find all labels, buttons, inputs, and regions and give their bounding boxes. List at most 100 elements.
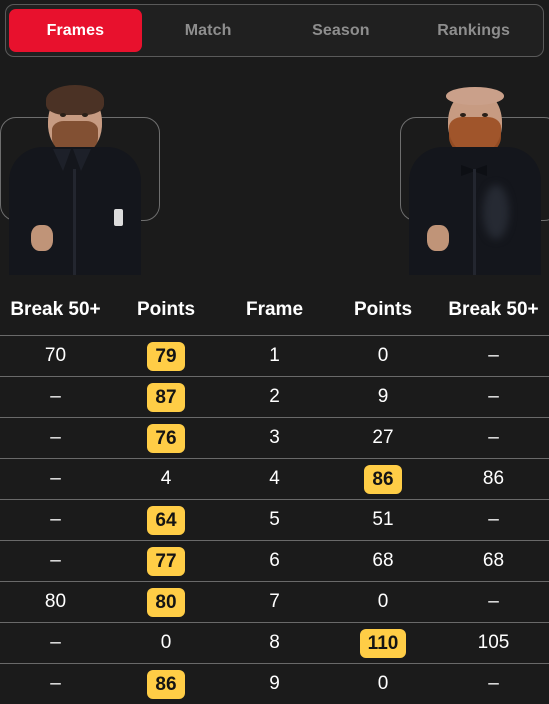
cell-value: 3 xyxy=(269,428,280,447)
cell-right-break: 105 xyxy=(438,623,549,664)
cell-right-break: – xyxy=(438,336,549,377)
table-row[interactable]: – 0 8 110 105 xyxy=(0,623,549,664)
shirt-placket-shape xyxy=(473,169,476,275)
cell-value: – xyxy=(50,387,61,406)
cell-value: – xyxy=(488,346,499,365)
frames-table-head: Break 50+PointsFramePointsBreak 50+ xyxy=(0,293,549,336)
cell-frame-number: 5 xyxy=(221,500,328,541)
cell-right-points: 0 xyxy=(328,664,438,704)
cell-value: 0 xyxy=(161,633,172,652)
hand-shape xyxy=(31,225,53,251)
frame-winner-badge: 79 xyxy=(147,342,185,371)
collar-left-shape xyxy=(53,149,71,171)
cell-frame-number: 1 xyxy=(221,336,328,377)
cell-value: – xyxy=(488,387,499,406)
cell-left-points: 76 xyxy=(111,418,221,459)
table-row[interactable]: – 86 9 0 – xyxy=(0,664,549,704)
cell-value: 8 xyxy=(269,633,280,652)
cell-left-break: – xyxy=(0,664,111,704)
player-left-photo xyxy=(0,75,162,275)
frame-winner-badge: 86 xyxy=(364,465,402,494)
table-row[interactable]: – 44 86 86 xyxy=(0,459,549,500)
cell-left-points: 77 xyxy=(111,541,221,582)
cell-right-points: 9 xyxy=(328,377,438,418)
cell-left-break: – xyxy=(0,377,111,418)
cell-left-points: 4 xyxy=(111,459,221,500)
cell-right-break: – xyxy=(438,418,549,459)
cell-value: – xyxy=(50,633,61,652)
cell-right-points: 110 xyxy=(328,623,438,664)
frame-winner-badge: 77 xyxy=(147,547,185,576)
hair-shape xyxy=(446,87,504,105)
cell-left-points: 0 xyxy=(111,623,221,664)
cell-value: 27 xyxy=(372,428,393,447)
column-header: Break 50+ xyxy=(0,293,111,336)
cell-right-points: 51 xyxy=(328,500,438,541)
frames-table-body: 707910––8729––76327––448686–64551––77668… xyxy=(0,336,549,704)
cell-value: 68 xyxy=(483,551,504,570)
table-row[interactable]: – 76 3 27 – xyxy=(0,418,549,459)
cell-frame-number: 7 xyxy=(221,582,328,623)
table-row[interactable]: 70 79 1 0 – xyxy=(0,336,549,377)
cell-left-break: 80 xyxy=(0,582,111,623)
column-header: Break 50+ xyxy=(438,293,549,336)
cell-value: 9 xyxy=(269,674,280,693)
cell-value: – xyxy=(50,428,61,447)
eye-right-shape xyxy=(482,113,488,117)
tab-rankings[interactable]: Rankings xyxy=(407,9,540,52)
cell-value: 7 xyxy=(269,592,280,611)
cell-right-points: 27 xyxy=(328,418,438,459)
tab-frames[interactable]: Frames xyxy=(9,9,142,52)
players-section xyxy=(0,75,549,275)
frame-winner-badge: 76 xyxy=(147,424,185,453)
cell-value: – xyxy=(50,469,61,488)
tab-season[interactable]: Season xyxy=(275,9,408,52)
eye-left-shape xyxy=(460,113,466,117)
frame-winner-badge: 86 xyxy=(147,670,185,699)
cell-right-break: 68 xyxy=(438,541,549,582)
frame-winner-badge: 110 xyxy=(360,629,407,658)
tab-match[interactable]: Match xyxy=(142,9,275,52)
cell-right-break: 86 xyxy=(438,459,549,500)
player-right[interactable] xyxy=(387,75,549,275)
cell-value: 5 xyxy=(269,510,280,529)
shirt-placket-shape xyxy=(73,169,76,275)
frame-winner-badge: 87 xyxy=(147,383,185,412)
cell-frame-number: 4 xyxy=(221,459,328,500)
cell-value: 0 xyxy=(378,592,389,611)
cell-value: 86 xyxy=(483,469,504,488)
cell-left-break: – xyxy=(0,623,111,664)
cell-value: 0 xyxy=(378,346,389,365)
cell-right-break: – xyxy=(438,664,549,704)
hand-shape xyxy=(427,225,449,251)
cell-left-break: – xyxy=(0,541,111,582)
cell-right-points: 68 xyxy=(328,541,438,582)
cell-value: 2 xyxy=(269,387,280,406)
cell-left-points: 86 xyxy=(111,664,221,704)
table-row[interactable]: 808070– xyxy=(0,582,549,623)
table-row[interactable]: – 77 6 68 68 xyxy=(0,541,549,582)
cell-right-points: 0 xyxy=(328,582,438,623)
cell-frame-number: 2 xyxy=(221,377,328,418)
cell-right-points: 0 xyxy=(328,336,438,377)
hair-shape xyxy=(46,85,104,115)
column-header: Points xyxy=(111,293,221,336)
column-header: Points xyxy=(328,293,438,336)
cell-value: 0 xyxy=(378,674,389,693)
player-left[interactable] xyxy=(0,75,162,275)
cell-value: 6 xyxy=(269,551,280,570)
eye-left-shape xyxy=(60,113,66,117)
cell-value: 68 xyxy=(372,551,393,570)
cell-value: 105 xyxy=(478,633,510,652)
cell-right-break: – xyxy=(438,377,549,418)
cell-right-break: – xyxy=(438,500,549,541)
cell-value: 70 xyxy=(45,346,66,365)
cell-value: – xyxy=(50,510,61,529)
table-row[interactable]: –64551– xyxy=(0,500,549,541)
cell-value: – xyxy=(50,551,61,570)
cell-value: 1 xyxy=(269,346,280,365)
cell-right-points: 86 xyxy=(328,459,438,500)
frame-winner-badge: 80 xyxy=(147,588,185,617)
table-row[interactable]: – 87 2 9 – xyxy=(0,377,549,418)
cell-left-points: 87 xyxy=(111,377,221,418)
